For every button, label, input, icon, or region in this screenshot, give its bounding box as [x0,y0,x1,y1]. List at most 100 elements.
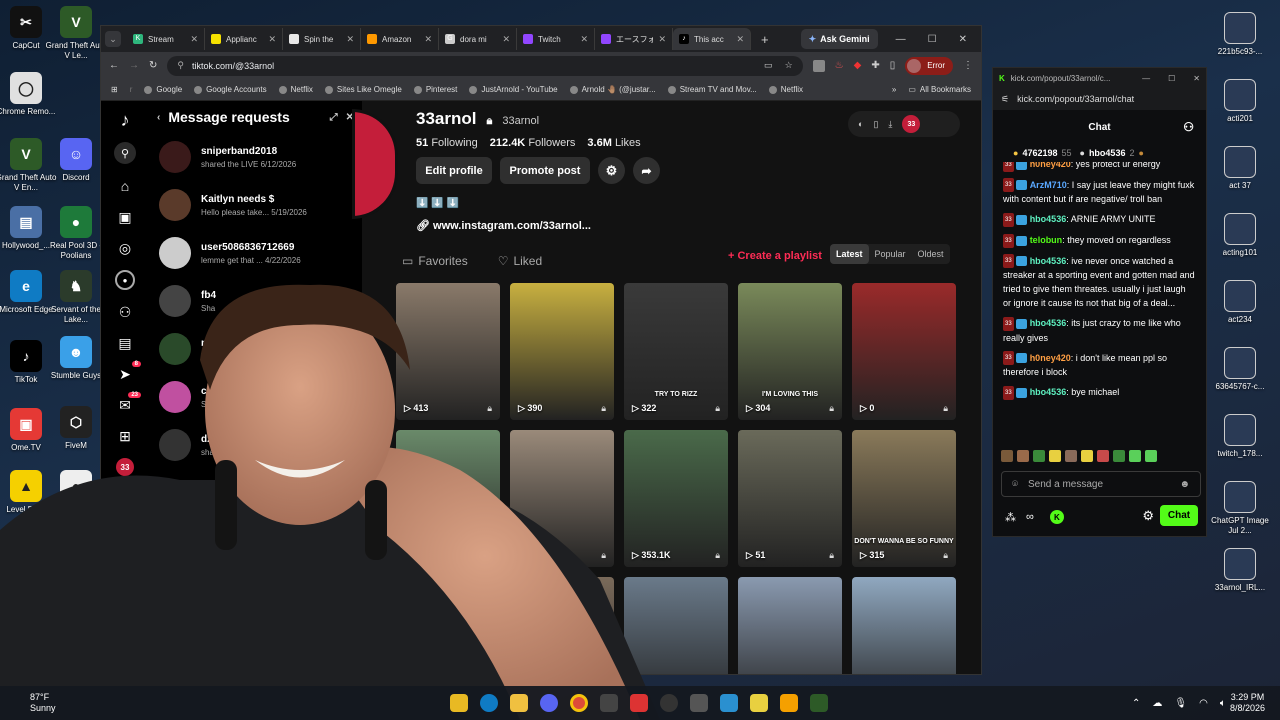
chat-username[interactable]: ArzM710 [1030,180,1067,190]
emote-icon[interactable] [1145,450,1157,462]
desktop-file-icon[interactable]: act 37 [1208,146,1272,191]
tab-close-icon[interactable]: ✕ [190,34,198,45]
device-icon[interactable]: ▯ [873,119,878,130]
obs-taskbar-icon[interactable] [660,694,678,712]
promote-post-button[interactable]: Promote post [500,157,590,184]
browser-tab[interactable]: ♪ This acc ✕ [673,28,751,50]
calendar-taskbar-icon[interactable] [630,694,648,712]
wifi-icon[interactable]: ◠ [1199,698,1208,709]
back-chevron-icon[interactable]: ‹ [157,112,160,123]
bookmark-item[interactable]: Google [144,85,182,94]
address-bar[interactable]: ⚲ tiktok.com/@33arnol ▭ ☆ [167,55,803,76]
chat-send-button[interactable]: Chat [1160,505,1198,526]
chat-username[interactable]: hbo4536 [1030,214,1067,224]
desktop-icon[interactable]: V Grand Theft Auto V En... [0,138,58,193]
new-tab-button[interactable]: + [761,32,769,47]
desktop-file-icon[interactable]: acting101 [1208,213,1272,258]
chat-username[interactable]: hbo4536 [1030,318,1067,328]
forward-icon[interactable]: → [129,60,139,71]
desktop-file-icon[interactable]: act234 [1208,280,1272,325]
menu-kebab-icon[interactable]: ⋮ [963,60,973,71]
video-thumbnail[interactable]: 🔒︎ [852,577,956,674]
expand-icon[interactable]: ⤢ [330,112,338,123]
browser-tab[interactable]: Applianc ✕ [205,28,283,50]
followers-stat[interactable]: 212.4K Followers [490,137,576,149]
chat-username[interactable]: telobun [1030,235,1063,245]
emoji-icon[interactable]: ☻ [1179,479,1190,490]
kick-minimize-button[interactable]: — [1142,74,1150,83]
url-text[interactable]: tiktok.com/@33arnol [192,61,274,71]
desktop-icon[interactable]: ◯ Chrome Remo... [0,72,58,117]
tab-close-icon[interactable]: ✕ [736,34,744,45]
video-thumbnail[interactable]: DON'T WANNA BE SO FUNNY ▷ 315 🔒︎ [852,430,956,567]
emote-icon[interactable] [1113,450,1125,462]
browser-tab[interactable]: Gdora mi ✕ [439,28,517,50]
emote-icon[interactable] [1049,450,1061,462]
bookmark-item[interactable]: JustArnold - YouTube [469,85,558,94]
send-message-input[interactable]: ⌾ Send a message ☻ [1001,471,1201,497]
desktop-file-icon[interactable]: 33arnol_IRL... [1208,548,1272,593]
bookmark-item[interactable]: Netflix [768,85,803,94]
app-taskbar-icon[interactable] [600,694,618,712]
calculator-taskbar-icon[interactable] [690,694,708,712]
gifter-2[interactable]: ● hbo4536 2 ● [1080,148,1144,158]
bookmark-item[interactable]: Pinterest [413,85,457,94]
kick-maximize-button[interactable]: ☐ [1168,74,1175,83]
desktop-file-icon[interactable]: ChatGPT Image Jul 2... [1208,481,1272,536]
reload-icon[interactable]: ↻ [149,60,157,71]
desktop-file-icon[interactable]: twitch_178... [1208,414,1272,459]
emote-icon[interactable] [1001,450,1013,462]
tab-close-icon[interactable]: ✕ [346,34,354,45]
video-thumbnail[interactable]: I'M LOVING THIS ▷ 304 🔒︎ [738,283,842,420]
explore-icon[interactable]: ◎ [116,239,134,257]
bookmark-item[interactable]: Stream TV and Mov... [667,85,757,94]
chat-settings-icon[interactable]: ⚙ [1142,508,1154,524]
profile-link[interactable]: 🔗︎ www.instagram.com/33arnol... [416,219,591,232]
bookmark-item[interactable]: Arnold 🤚🏽 (@justar... [569,85,656,94]
kick-coins-icon[interactable]: ⁂ [1005,511,1016,524]
rockstar-taskbar-icon[interactable] [780,694,798,712]
emote-icon[interactable] [1017,450,1029,462]
sort-oldest[interactable]: Oldest [912,244,950,264]
browser-tab[interactable]: Spin the ✕ [283,28,361,50]
video-thumbnail[interactable]: 🔒︎ [738,577,842,674]
chat-username[interactable]: h0ney420 [1030,162,1071,169]
message-request-item[interactable]: sniperband2018 shared the LIVE 6/12/2026 [149,133,362,181]
emote-icon[interactable] [1033,450,1045,462]
browser-tab[interactable]: K Stream ✕ [127,28,205,50]
clock[interactable]: 3:29 PM 8/8/2026 [1230,692,1265,714]
following-stat[interactable]: 51 Following [416,137,478,149]
cloud-icon[interactable]: ☁ [1152,698,1162,709]
message-request-item[interactable]: Kaitlyn needs $ Hello please take... 5/19… [149,181,362,229]
profile-error-button[interactable]: Error [905,56,953,75]
video-thumbnail[interactable]: ▷ 51 🔒︎ [738,430,842,567]
sort-popular[interactable]: Popular [869,244,912,264]
tab-search-icon[interactable]: ⌄ [105,31,121,47]
download-icon[interactable]: ⤓ [888,119,892,130]
bookmark-item[interactable]: Sites Like Omegle [324,85,402,94]
all-bookmarks-folder[interactable]: ▭ All Bookmarks [908,85,971,94]
tab-close-icon[interactable]: ✕ [268,34,276,45]
message-request-item[interactable]: user5086836712669 lemme get that ... 4/22… [149,229,362,277]
extensions-puzzle-icon[interactable]: ✚ [871,60,879,71]
bookmark-item[interactable]: Netflix [278,85,313,94]
chat-username[interactable]: hbo4536 [1030,256,1067,266]
cast-icon[interactable]: ▭ [764,60,773,71]
chrome-taskbar-icon[interactable] [570,694,588,712]
apps-grid-icon[interactable]: ⊞ [111,85,118,94]
maximize-button[interactable]: ☐ [928,34,937,45]
tab-close-icon[interactable]: ✕ [658,34,666,45]
discord-taskbar-icon[interactable] [540,694,558,712]
more-bookmarks-icon[interactable]: » [892,85,896,94]
minimize-button[interactable]: — [896,34,906,45]
analytics-icon[interactable]: ◐ [858,119,863,129]
desktop-icon[interactable]: V Grand Theft Auto V Le... [44,6,108,61]
desktop-file-icon[interactable]: acti201 [1208,79,1272,124]
desktop-file-icon[interactable]: 221b5c93-... [1208,12,1272,57]
video-thumbnail[interactable]: ▷ 0 🔒︎ [852,283,956,420]
site-info-icon[interactable]: ⚲ [177,60,184,71]
tray-chevron-icon[interactable]: ⌃ [1132,698,1140,709]
chat-username[interactable]: hbo4536 [1030,387,1067,397]
tab-close-icon[interactable]: ✕ [502,34,510,45]
tab-liked[interactable]: ♡ Liked [498,254,542,268]
